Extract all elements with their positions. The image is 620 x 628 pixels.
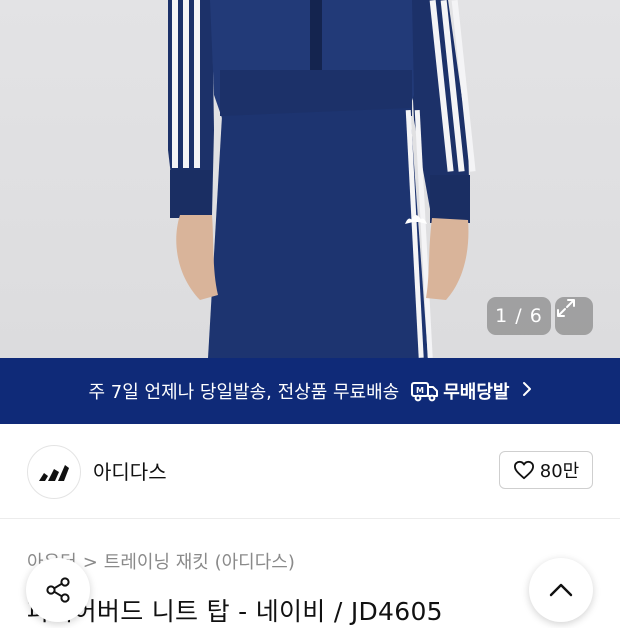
scroll-to-top-button[interactable] [529,558,593,622]
banner-text: 주 7일 언제나 당일발송, 전상품 무료배송 [88,382,400,403]
breadcrumb-current[interactable]: 트레이닝 재킷 (아디다스) [104,552,295,573]
brand-logo[interactable] [27,445,81,499]
image-counter: 1 / 6 [487,297,551,335]
expand-button[interactable] [555,297,593,335]
like-button[interactable]: 80만 [499,451,593,489]
product-image[interactable]: 1 / 6 [0,0,620,358]
product-title: 파이어버드 니트 탑 - 네이비 / JD4605 [27,597,443,626]
share-icon [46,577,70,603]
delivery-banner[interactable]: 주 7일 언제나 당일발송, 전상품 무료배송 M 무배당발 [0,358,620,424]
service-name: 무배당발 [443,382,510,403]
delivery-service-label: M 무배당발 [411,378,510,404]
like-count: 80만 [539,461,580,482]
chevron-right-icon [522,381,532,402]
delivery-truck-icon: M [411,382,439,402]
breadcrumb-separator: > [82,552,98,573]
svg-text:M: M [416,386,424,395]
adidas-logo-icon [39,465,69,481]
heart-icon [513,460,534,480]
chevron-up-icon [549,583,573,597]
brand-name[interactable]: 아디다스 [93,456,167,485]
expand-icon [557,299,575,317]
share-button[interactable] [26,558,90,622]
